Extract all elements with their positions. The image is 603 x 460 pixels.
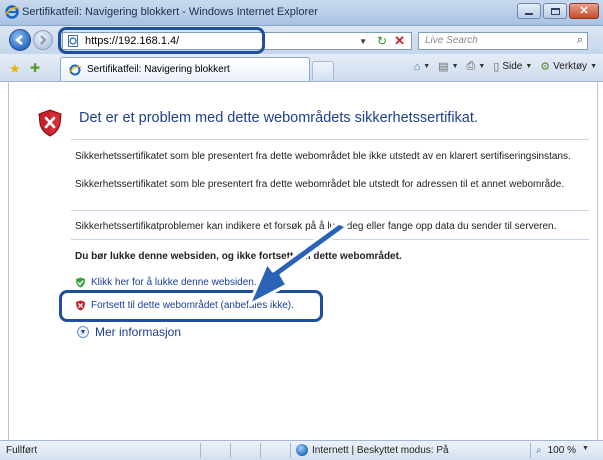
forward-button[interactable]	[33, 30, 53, 50]
ie-logo-icon	[5, 5, 19, 19]
chevron-down-icon: ▼	[590, 63, 597, 70]
status-separator	[290, 443, 291, 458]
maximize-icon	[550, 7, 560, 15]
callout-arrow-icon	[247, 223, 349, 307]
status-text: Fullført	[6, 445, 38, 456]
shield-ok-icon	[76, 277, 85, 288]
search-icon[interactable]: ⌕	[577, 34, 583, 47]
more-info-toggle[interactable]: ▼ Mer informasjon	[77, 325, 181, 339]
page-icon: ▯	[493, 61, 500, 73]
forward-arrow-icon	[40, 35, 47, 45]
status-separator	[260, 443, 261, 458]
security-zone-text: Internett | Beskyttet modus: På	[312, 444, 449, 456]
status-separator	[530, 443, 531, 458]
page-menu-button[interactable]: ▯ Side ▼	[493, 60, 532, 73]
feeds-icon: ▤	[438, 61, 449, 73]
new-tab-button[interactable]	[312, 61, 334, 80]
tab-row: ★ ✚ Sertifikatfeil: Navigering blokkert …	[0, 54, 603, 82]
home-icon: ⌂	[413, 60, 421, 73]
favorites-star-icon[interactable]: ★	[9, 61, 21, 77]
print-button[interactable]: ⎙ ▼	[467, 60, 486, 73]
close-page-link-text[interactable]: Klikk her for å lukke denne websiden.	[91, 277, 257, 288]
search-placeholder: Live Search	[425, 35, 478, 46]
chevron-down-icon: ▼	[478, 63, 486, 70]
address-dropdown-icon[interactable]: ▼	[359, 37, 367, 46]
search-input[interactable]: Live Search ⌕	[418, 32, 588, 50]
feeds-button[interactable]: ▤ ▼	[438, 60, 458, 73]
status-separator	[230, 443, 231, 458]
print-icon: ⎙	[466, 60, 476, 72]
magnifier-icon: ⌕	[536, 445, 542, 456]
divider	[71, 210, 589, 211]
minimize-button[interactable]	[517, 3, 541, 19]
recommendation-text: Du bør lukke denne websiden, og ikke for…	[75, 251, 402, 262]
minimize-icon	[525, 13, 533, 15]
page-content: Det er et problem med dette webområdets …	[8, 82, 598, 440]
shield-error-icon	[38, 109, 62, 137]
add-favorites-icon[interactable]: ✚	[30, 61, 40, 75]
tools-menu-label: Verktøy	[553, 61, 588, 72]
chevron-down-icon: ▼	[451, 63, 459, 70]
divider	[71, 139, 589, 140]
close-page-link[interactable]: Klikk her for å lukke denne websiden.	[75, 277, 257, 288]
chevron-down-icon: ▼	[423, 63, 431, 70]
more-info-text[interactable]: Mer informasjon	[95, 325, 181, 339]
chevron-down-circle-icon: ▼	[77, 326, 89, 338]
gear-icon: ⚙	[540, 61, 551, 73]
zoom-control[interactable]: ⌕ 100 % ▼	[536, 445, 589, 456]
status-bar: Fullført Internett | Beskyttet modus: På…	[0, 440, 603, 460]
security-zone[interactable]: Internett | Beskyttet modus: På	[296, 444, 449, 456]
status-separator	[200, 443, 201, 458]
window-title: Sertifikatfeil: Navigering blokkert - Wi…	[22, 6, 318, 18]
window-controls: ✕	[517, 3, 599, 19]
back-arrow-icon	[14, 35, 23, 45]
explanation-paragraph-2: Sikkerhetssertifikatet som ble presenter…	[75, 179, 565, 190]
page-title: Det er et problem med dette webområdets …	[79, 110, 478, 126]
close-icon: ✕	[579, 4, 589, 17]
close-window-button[interactable]: ✕	[569, 3, 599, 19]
home-button[interactable]: ⌂ ▼	[414, 61, 431, 73]
ie-page-icon	[69, 64, 81, 76]
globe-icon	[296, 444, 308, 456]
command-bar: ⌂ ▼ ▤ ▼ ⎙ ▼ ▯ Side ▼ ⚙ Verktøy ▼	[414, 60, 597, 73]
stop-icon[interactable]: ✕	[394, 33, 405, 49]
title-bar: Sertifikatfeil: Navigering blokkert - Wi…	[0, 0, 603, 26]
zoom-level: 100 %	[547, 445, 576, 456]
maximize-button[interactable]	[543, 3, 567, 19]
tab-label: Sertifikatfeil: Navigering blokkert	[87, 64, 230, 75]
back-button[interactable]	[9, 29, 31, 51]
chevron-down-icon: ▼	[525, 63, 533, 70]
explanation-paragraph-1: Sikkerhetssertifikatet som ble presenter…	[75, 151, 571, 162]
tools-menu-button[interactable]: ⚙ Verktøy ▼	[540, 60, 597, 73]
page-menu-label: Side	[502, 61, 523, 72]
chevron-down-icon: ▼	[581, 445, 589, 452]
tab-certificate-error[interactable]: Sertifikatfeil: Navigering blokkert	[60, 57, 310, 81]
refresh-icon[interactable]: ↻	[377, 34, 387, 48]
url-highlight-callout	[58, 27, 265, 54]
